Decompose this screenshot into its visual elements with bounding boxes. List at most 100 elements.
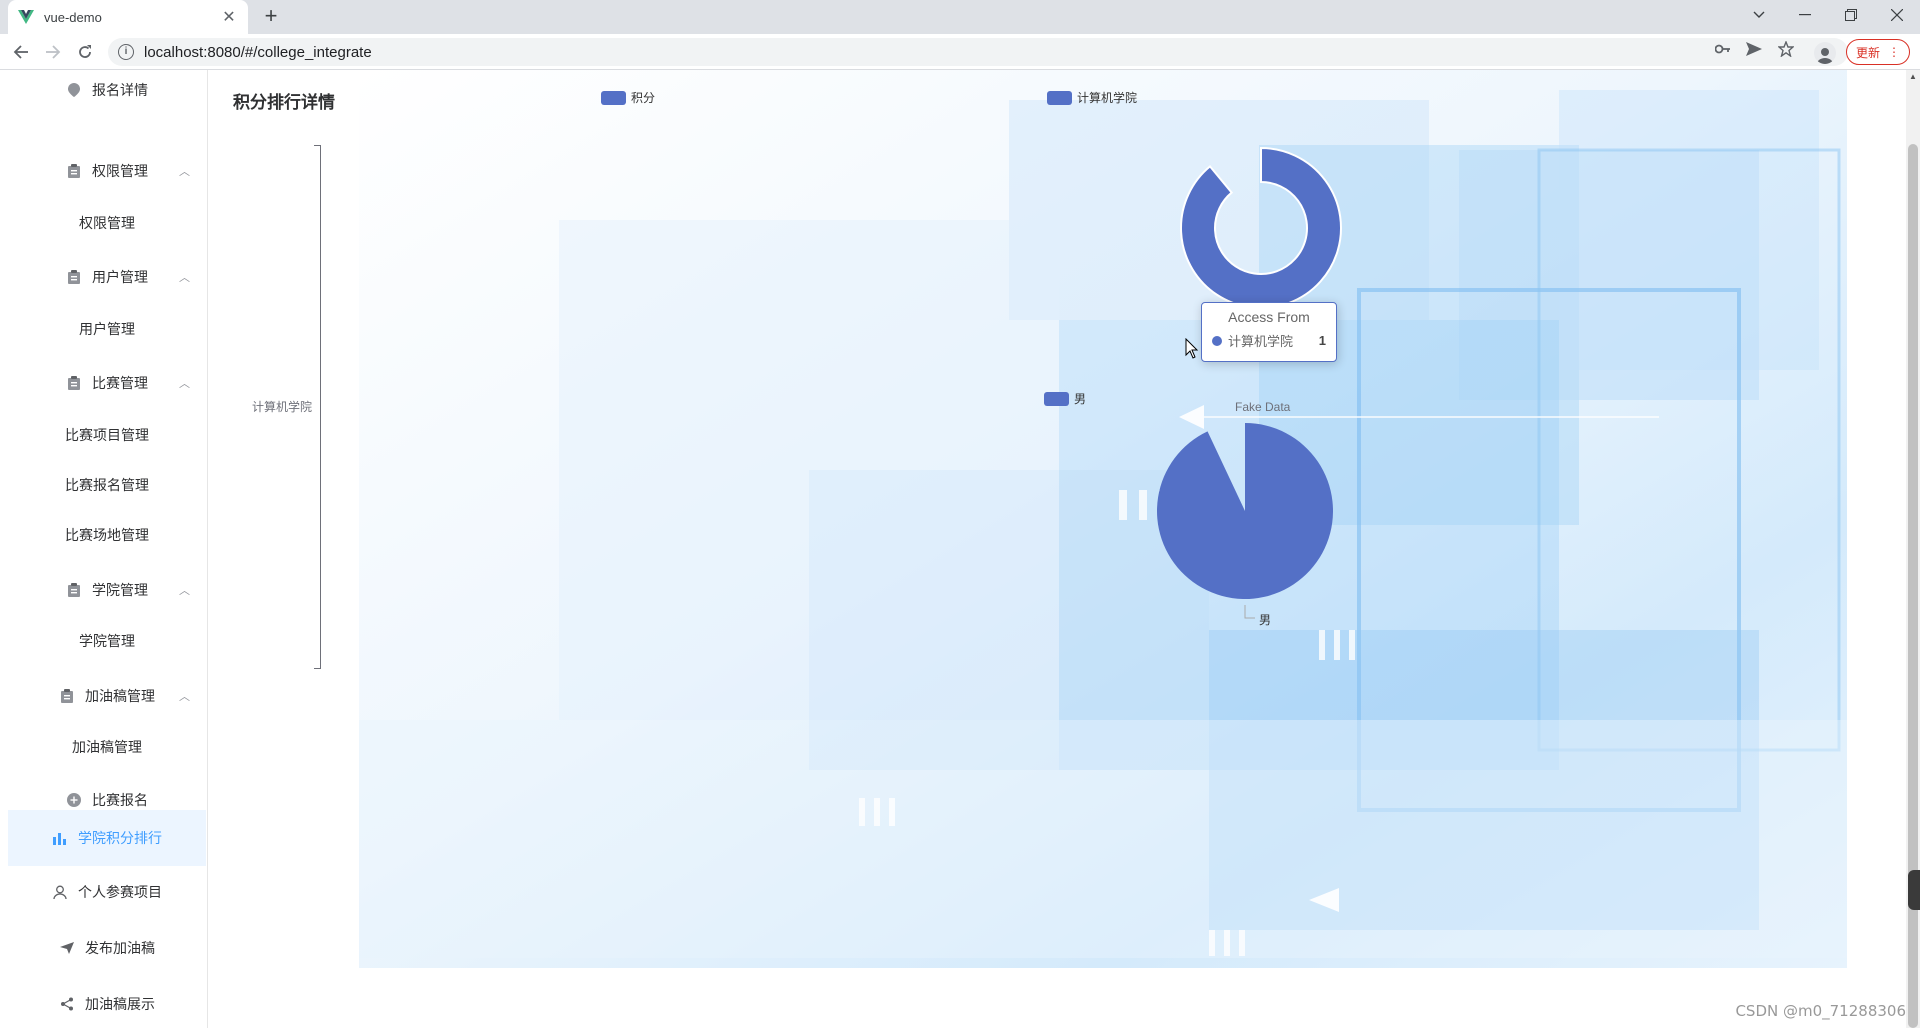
browser-tabstrip: vue-demo ✕ + <box>0 0 1920 34</box>
forward-icon[interactable] <box>41 40 65 64</box>
site-info-icon[interactable]: i <box>118 44 134 60</box>
watermark: CSDN @m0_71288306 <box>1735 1002 1906 1020</box>
legend-label: 男 <box>1074 392 1087 406</box>
background-artwork <box>359 70 1847 968</box>
sidebar-item-label: 学院积分排行 <box>78 830 162 846</box>
clipboard-icon <box>66 269 82 285</box>
chevron-up-icon: ︿ <box>179 272 190 284</box>
legend-swatch <box>601 90 626 105</box>
page-title: 积分排行详情 <box>233 93 335 112</box>
mouse-cursor-icon <box>1185 338 1199 359</box>
clipboard-icon <box>66 163 82 179</box>
sidebar-item-college-ranking[interactable]: 学院积分排行 <box>8 810 206 866</box>
sidebar-subitem-competition-registration[interactable]: 比赛报名管理 <box>8 465 206 505</box>
address-bar[interactable]: i localhost:8080/#/college_integrate <box>108 38 1848 66</box>
sidebar-subitem-label: 比赛场地管理 <box>65 527 149 543</box>
legend-label: 计算机学院 <box>1077 91 1138 105</box>
clipboard-icon <box>66 582 82 598</box>
plus-circle-icon <box>66 792 82 808</box>
pie-slice[interactable] <box>1157 423 1333 599</box>
y-axis-tick <box>314 145 320 146</box>
donut-chart-legend[interactable]: 计算机学院 <box>1047 89 1137 106</box>
update-button[interactable]: 更新 ⋮ <box>1846 39 1910 65</box>
tooltip-value: 1 <box>1318 333 1326 348</box>
tooltip-label: 计算机学院 <box>1228 334 1294 349</box>
chart-tooltip: Access From 计算机学院 1 <box>1201 302 1337 362</box>
chevron-up-icon: ︿ <box>179 585 190 597</box>
browser-toolbar: i localhost:8080/#/college_integrate 更新 … <box>0 34 1920 70</box>
scroll-up-arrow-icon[interactable]: ▲ <box>1908 72 1918 81</box>
sidebar-item-label: 个人参赛项目 <box>78 884 162 900</box>
sidebar-item-label: 用户管理 <box>92 269 148 285</box>
sidebar-menu-users[interactable]: 用户管理 ︿ <box>8 257 206 297</box>
reload-icon[interactable] <box>73 40 97 64</box>
sidebar-item-label: 加油稿管理 <box>85 688 155 704</box>
sidebar-subitem-colleges[interactable]: 学院管理 <box>8 621 206 661</box>
minimize-button[interactable] <box>1782 0 1828 30</box>
bar-chart-legend[interactable]: 积分 <box>601 89 655 106</box>
clipboard-icon <box>66 375 82 391</box>
sidebar-menu-colleges[interactable]: 学院管理 ︿ <box>8 570 206 610</box>
sidebar-item-label: 发布加油稿 <box>85 940 155 956</box>
clipboard-icon <box>59 688 75 704</box>
sidebar-item-my-competitions[interactable]: 个人参赛项目 <box>8 872 206 912</box>
url-text: localhost:8080/#/college_integrate <box>144 43 372 61</box>
bookmark-star-icon[interactable] <box>1777 40 1795 58</box>
vue-logo-icon <box>18 9 34 25</box>
side-panel-handle[interactable] <box>1908 870 1920 910</box>
sidebar-item-publish-cheer[interactable]: 发布加油稿 <box>8 928 206 968</box>
pie-slice-label: 男 <box>1259 613 1272 627</box>
chevron-up-icon: ︿ <box>179 378 190 390</box>
donut-slice[interactable] <box>1180 146 1342 309</box>
sidebar: 报名详情 权限管理 ︿ 权限管理 用户管理 ︿ 用户管理 比赛管理 ︿ 比赛项目… <box>0 70 208 1028</box>
update-label: 更新 <box>1855 45 1880 60</box>
sidebar-subitem-label: 加油稿管理 <box>72 739 142 755</box>
more-menu-icon[interactable]: ⋮ <box>1888 45 1900 59</box>
tooltip-title: Access From <box>1228 309 1310 325</box>
sidebar-menu-competitions[interactable]: 比赛管理 ︿ <box>8 363 206 403</box>
sidebar-item-label: 权限管理 <box>92 163 148 179</box>
chevron-up-icon: ︿ <box>179 691 190 703</box>
sidebar-item-cheer-gallery[interactable]: 加油稿展示 <box>8 984 206 1024</box>
sidebar-item-label: 加油稿展示 <box>85 996 155 1012</box>
send-icon[interactable] <box>1745 40 1763 58</box>
sidebar-menu-cheer-articles[interactable]: 加油稿管理 ︿ <box>8 676 206 716</box>
browser-tab[interactable]: vue-demo ✕ <box>8 0 248 34</box>
legend-swatch <box>1044 391 1069 406</box>
sidebar-subitem-label: 用户管理 <box>79 321 135 337</box>
sidebar-item-registration-details[interactable]: 报名详情 <box>8 70 206 110</box>
bar-chart-icon <box>52 830 68 846</box>
close-window-button[interactable] <box>1874 0 1920 30</box>
sidebar-item-label: 报名详情 <box>92 82 148 98</box>
profile-avatar-icon[interactable] <box>1814 42 1836 64</box>
new-tab-button[interactable]: + <box>258 4 284 30</box>
sidebar-menu-permissions[interactable]: 权限管理 ︿ <box>8 151 206 191</box>
sidebar-item-label: 学院管理 <box>92 582 148 598</box>
sidebar-subitem-competition-items[interactable]: 比赛项目管理 <box>8 415 206 455</box>
close-tab-icon[interactable]: ✕ <box>220 7 238 27</box>
share-icon <box>59 996 75 1012</box>
sidebar-subitem-users[interactable]: 用户管理 <box>8 309 206 349</box>
sidebar-subitem-competition-venues[interactable]: 比赛场地管理 <box>8 515 206 555</box>
tooltip-marker <box>1212 335 1222 346</box>
main-content: 积分排行详情 积分 计算机学院 计算机学院 Access From 计算机学院 … <box>209 70 1920 1028</box>
pie-chart-legend[interactable]: 男 <box>1044 390 1086 407</box>
sidebar-subitem-permissions[interactable]: 权限管理 <box>8 203 206 243</box>
sidebar-item-label: 比赛报名 <box>92 792 148 808</box>
donut-chart <box>1180 146 1342 309</box>
location-icon <box>66 82 82 98</box>
restore-button[interactable] <box>1828 0 1874 30</box>
sidebar-subitem-cheer-articles[interactable]: 加油稿管理 <box>8 727 206 767</box>
pie-chart <box>1157 423 1333 619</box>
tooltip-row: 计算机学院 1 <box>1212 331 1326 350</box>
tab-title: vue-demo <box>44 9 102 25</box>
send-icon <box>59 940 75 956</box>
chevron-up-icon: ︿ <box>179 166 190 178</box>
tab-search-icon[interactable] <box>1736 0 1782 30</box>
sidebar-subitem-label: 学院管理 <box>79 633 135 649</box>
legend-swatch <box>1047 90 1072 105</box>
back-icon[interactable] <box>9 40 33 64</box>
y-axis-line <box>320 145 321 669</box>
key-icon[interactable] <box>1714 40 1732 58</box>
sidebar-item-label: 比赛管理 <box>92 375 148 391</box>
